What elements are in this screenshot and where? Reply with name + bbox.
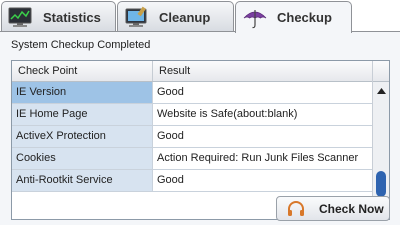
check-point-cell: Cookies — [12, 148, 153, 169]
monitor-chart-icon — [7, 6, 35, 28]
table-row[interactable]: Anti-Rootkit Service Good — [12, 170, 374, 192]
result-cell: Action Required: Run Junk Files Scanner — [153, 148, 374, 169]
check-point-cell: Anti-Rootkit Service — [12, 170, 153, 191]
table-header: Check Point Result — [12, 61, 374, 82]
result-cell: Good — [153, 126, 374, 147]
arrow-up-icon — [376, 87, 386, 94]
check-point-cell: ActiveX Protection — [12, 126, 153, 147]
check-point-cell: IE Home Page — [12, 104, 153, 125]
table-body: IE Version Good IE Home Page Website is … — [12, 82, 374, 192]
scrollbar-thumb[interactable] — [376, 171, 386, 197]
tab-label: Checkup — [277, 10, 332, 25]
page-title: System Checkup Completed — [11, 39, 151, 51]
scrollbar-header-filler — [373, 61, 389, 82]
column-header-check-point[interactable]: Check Point — [12, 61, 153, 81]
tab-bar: Statistics Cleanup Checkup — [0, 0, 400, 33]
table-row[interactable]: IE Home Page Website is Safe(about:blank… — [12, 104, 374, 126]
umbrella-icon — [241, 7, 269, 29]
column-header-result[interactable]: Result — [153, 61, 374, 81]
result-cell: Good — [153, 82, 374, 103]
result-cell: Good — [153, 170, 374, 191]
headphones-icon — [287, 200, 305, 217]
table-row[interactable]: IE Version Good — [12, 82, 374, 104]
table-row[interactable]: Cookies Action Required: Run Junk Files … — [12, 148, 374, 170]
check-point-cell: IE Version — [12, 82, 153, 103]
table-row[interactable]: ActiveX Protection Good — [12, 126, 374, 148]
brush-monitor-icon — [123, 6, 151, 28]
tab-label: Cleanup — [159, 9, 211, 25]
tab-cleanup[interactable]: Cleanup — [117, 1, 234, 32]
result-cell: Website is Safe(about:blank) — [153, 104, 374, 125]
check-now-button[interactable]: Check Now — [276, 196, 390, 221]
tab-checkup[interactable]: Checkup — [235, 1, 352, 33]
tab-label: Statistics — [43, 9, 101, 25]
checkup-panel: System Checkup Completed Check Point Res… — [0, 32, 400, 225]
tab-statistics[interactable]: Statistics — [1, 1, 116, 32]
scroll-up-button[interactable] — [373, 82, 389, 99]
check-now-label: Check Now — [319, 201, 384, 216]
